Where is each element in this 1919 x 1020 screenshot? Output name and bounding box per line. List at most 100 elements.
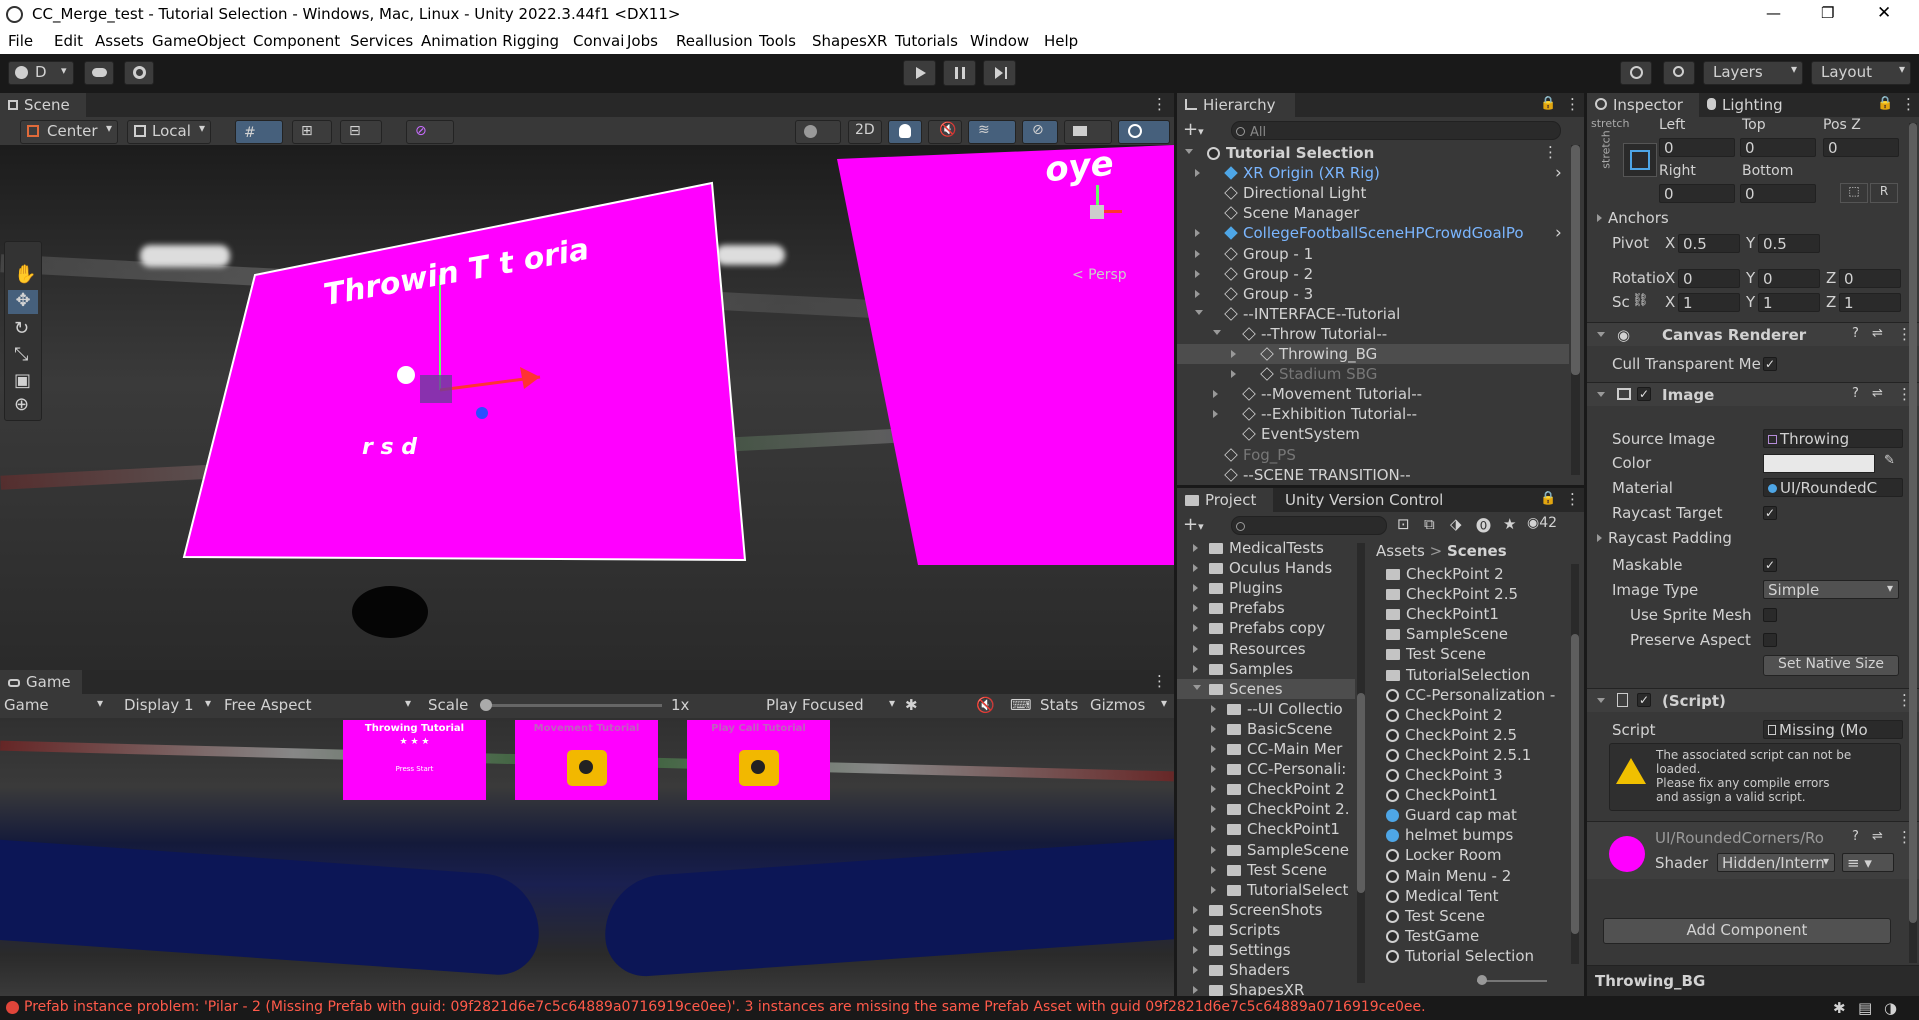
project-asset-item[interactable]: Main Menu - 2 <box>1372 866 1567 886</box>
mode-2d-button[interactable]: 2D <box>848 120 882 144</box>
bug-icon[interactable]: ✱ <box>905 696 918 714</box>
tab-game[interactable]: Game <box>0 670 82 694</box>
hierarchy-item[interactable]: Throwing_BG <box>1177 344 1569 364</box>
menu-edit[interactable]: Edit <box>54 32 83 50</box>
create-button[interactable]: +▾ <box>1183 119 1204 140</box>
project-folder-item[interactable]: Plugins <box>1177 578 1355 598</box>
status-progress-icon[interactable]: ◑ <box>1884 999 1897 1017</box>
hierarchy-item[interactable]: Scene Manager <box>1177 203 1569 223</box>
step-button[interactable] <box>983 60 1016 86</box>
hierarchy-item[interactable]: --Movement Tutorial-- <box>1177 384 1569 404</box>
scale-slider[interactable] <box>480 699 662 711</box>
effects-toggle-button[interactable]: ≋ <box>968 120 1016 144</box>
grid-snap-button[interactable]: # <box>235 120 283 144</box>
project-folder-item[interactable]: Prefabs <box>1177 598 1355 618</box>
tab-hierarchy[interactable]: Hierarchy <box>1177 93 1295 117</box>
preset-icon[interactable]: ⇌ <box>1872 326 1883 341</box>
script-field[interactable]: Missing (Mo <box>1763 720 1903 739</box>
project-asset-item[interactable]: CheckPoint 2.5 <box>1372 584 1567 604</box>
project-folder-item[interactable]: BasicScene <box>1177 719 1355 739</box>
shader-options-button[interactable]: ≡ ▾ <box>1842 853 1894 872</box>
project-asset-item[interactable]: CheckPoint 2 <box>1372 564 1567 584</box>
grid-increment-button[interactable]: ⊞ <box>292 120 332 144</box>
project-asset-item[interactable]: CheckPoint 2.5 <box>1372 725 1567 745</box>
stats-button[interactable]: Stats <box>1040 696 1078 714</box>
shader-dropdown[interactable]: Hidden/Intern <box>1717 853 1835 872</box>
create-asset-button[interactable]: +▾ <box>1183 514 1204 535</box>
project-folder-item[interactable]: CheckPoint1 <box>1177 819 1355 839</box>
game-view-dropdown[interactable]: Game <box>4 696 108 714</box>
camera-settings-button[interactable] <box>1064 120 1112 144</box>
project-asset-item[interactable]: CheckPoint1 <box>1372 785 1567 805</box>
image-header[interactable]: ✓ Image ? ⇌ ⋮ <box>1587 382 1919 406</box>
services-button[interactable] <box>124 61 154 85</box>
project-asset-item[interactable]: Medical Tent <box>1372 886 1567 906</box>
preset-icon[interactable]: ⇌ <box>1872 829 1883 844</box>
tab-version-control[interactable]: Unity Version Control <box>1277 488 1452 512</box>
chevron-right-icon[interactable]: › <box>1555 163 1562 183</box>
use-sprite-mesh-checkbox[interactable] <box>1763 608 1777 622</box>
visibility-toggle-button[interactable]: ⊘ <box>1022 120 1058 144</box>
hierarchy-item[interactable]: Group - 1 <box>1177 244 1569 264</box>
source-image-field[interactable]: Throwing <box>1763 429 1903 448</box>
hierarchy-item[interactable]: XR Origin (XR Rig) › <box>1177 163 1569 183</box>
menu-tutorials[interactable]: Tutorials <box>895 32 958 50</box>
project-folder-item[interactable]: CheckPoint 2. <box>1177 799 1355 819</box>
anchors-foldout[interactable]: Anchors <box>1597 209 1669 227</box>
rotation-x-field[interactable]: 0 <box>1678 269 1740 288</box>
project-search-input[interactable] <box>1231 516 1387 535</box>
raycast-padding-foldout[interactable]: Raycast Padding <box>1597 529 1732 547</box>
menu-component[interactable]: Component <box>253 32 340 50</box>
tutorial-card-throwing[interactable]: Throwing Tutorial ★ ★ ★ Press Start <box>343 720 486 800</box>
lock-icon[interactable]: 🔒 <box>1877 96 1893 111</box>
right-field[interactable]: 0 <box>1659 184 1735 203</box>
script-header[interactable]: ✓ (Script) ⋮ <box>1587 688 1919 712</box>
scale-z-field[interactable]: 1 <box>1839 293 1901 312</box>
hierarchy-item[interactable]: EventSystem <box>1177 424 1569 444</box>
cull-transparent-checkbox[interactable]: ✓ <box>1763 357 1777 371</box>
set-native-size-button[interactable]: Set Native Size <box>1763 655 1899 676</box>
project-asset-item[interactable]: CheckPoint 2.5.1 <box>1372 745 1567 765</box>
project-asset-item[interactable]: Locker Room <box>1372 845 1567 865</box>
bottom-field[interactable]: 0 <box>1740 184 1816 203</box>
menu-help[interactable]: Help <box>1044 32 1078 50</box>
help-icon[interactable]: ? <box>1852 386 1859 401</box>
panel-menu-icon[interactable]: ⋮ <box>1565 95 1580 113</box>
blueprint-mode-button[interactable]: ⬚ <box>1840 183 1868 203</box>
raycast-target-checkbox[interactable]: ✓ <box>1763 506 1777 520</box>
status-activity-icon[interactable]: ✱ <box>1833 999 1846 1017</box>
maskable-checkbox[interactable]: ✓ <box>1763 558 1777 572</box>
folder-tree-scrollbar[interactable] <box>1357 543 1365 983</box>
add-component-button[interactable]: Add Component <box>1603 918 1891 944</box>
menu-shapesxr[interactable]: ShapesXR <box>812 32 887 50</box>
rect-tool-icon[interactable]: ▣ <box>14 370 31 391</box>
panel-menu-icon[interactable]: ⋮ <box>1152 95 1167 113</box>
chevron-right-icon[interactable]: › <box>1555 223 1562 243</box>
move-tool-icon[interactable]: ✥ <box>8 290 38 314</box>
scene-viewport[interactable]: Throwin T t oria r s d oye < Persp <box>0 144 1174 670</box>
hierarchy-item[interactable]: Tutorial Selection ⋮ <box>1177 143 1569 163</box>
link-icon[interactable]: ⛓ <box>1632 293 1649 308</box>
project-folder-item[interactable]: CC-Main Mer <box>1177 739 1355 759</box>
tab-project[interactable]: Project <box>1177 488 1273 512</box>
hierarchy-item[interactable]: Group - 3 <box>1177 284 1569 304</box>
hierarchy-search-input[interactable]: All <box>1231 121 1561 140</box>
project-asset-item[interactable]: CheckPoint1 <box>1372 604 1567 624</box>
project-folder-item[interactable]: Scripts <box>1177 920 1355 940</box>
panel-menu-icon[interactable]: ⋮ <box>1152 672 1167 690</box>
rotate-tool-icon[interactable]: ↻ <box>14 318 29 339</box>
tab-inspector[interactable]: Inspector <box>1587 93 1699 117</box>
project-folder-item[interactable]: TutorialSelect <box>1177 880 1355 900</box>
menu-gameobject[interactable]: GameObject <box>152 32 246 50</box>
hierarchy-item[interactable]: --Exhibition Tutorial-- <box>1177 404 1569 424</box>
menu-tools[interactable]: Tools <box>759 32 796 50</box>
hierarchy-item[interactable]: Directional Light <box>1177 183 1569 203</box>
help-icon[interactable]: ? <box>1852 829 1859 844</box>
tab-lighting[interactable]: Lighting <box>1699 93 1791 117</box>
history-button[interactable] <box>1620 61 1652 85</box>
raw-edit-button[interactable]: R <box>1870 183 1898 203</box>
project-asset-item[interactable]: Test Scene <box>1372 906 1567 926</box>
menu-assets[interactable]: Assets <box>95 32 144 50</box>
hierarchy-item[interactable]: CollegeFootballSceneHPCrowdGoalPo › <box>1177 223 1569 243</box>
preserve-aspect-checkbox[interactable] <box>1763 633 1777 647</box>
